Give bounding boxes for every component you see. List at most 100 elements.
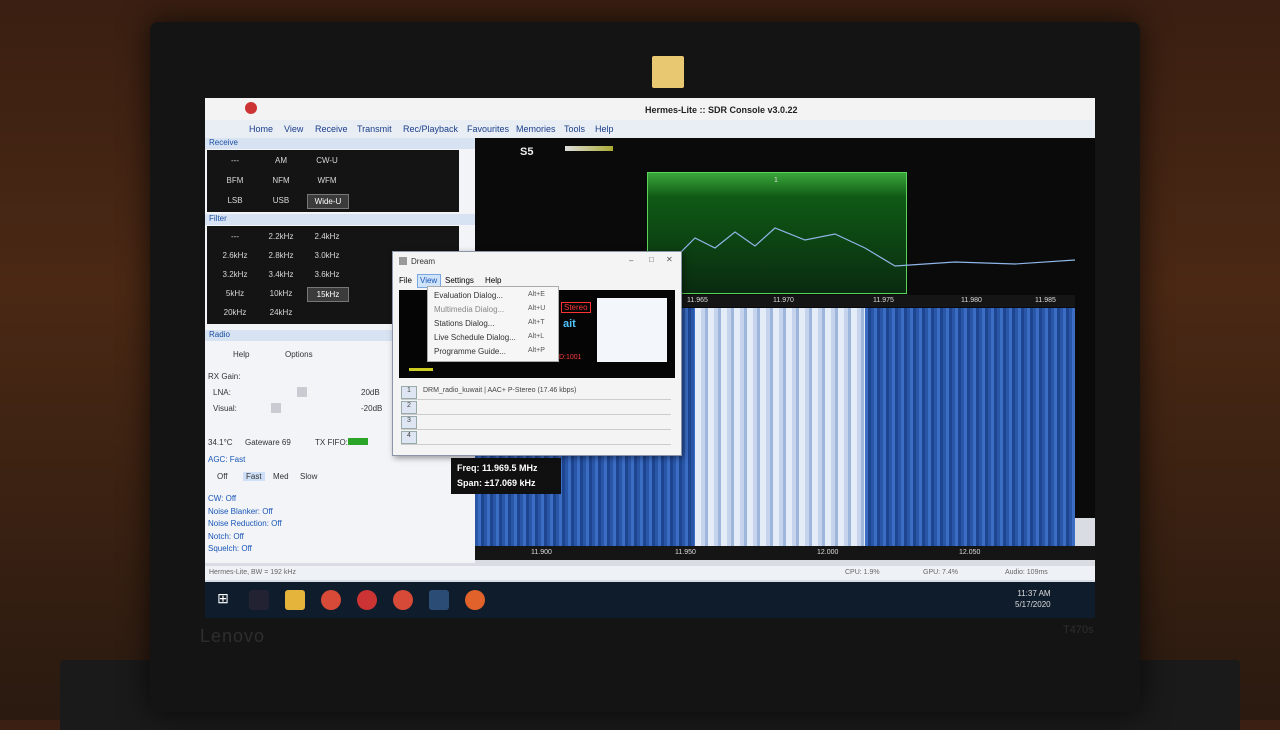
mode-button[interactable]: BFM <box>215 174 255 187</box>
mode-button-selected[interactable]: Wide-U <box>307 194 349 209</box>
status-cpu: CPU: 1.9% <box>845 569 880 576</box>
lna-slider[interactable] <box>297 387 307 397</box>
mode-button[interactable]: --- <box>215 154 255 167</box>
menu-view[interactable]: View <box>284 124 303 134</box>
service-number[interactable]: 3 <box>401 416 417 429</box>
webcam-cover <box>652 56 684 88</box>
dream-icon <box>399 257 407 265</box>
status-bar: Hermes-Lite, BW = 192 kHz CPU: 1.9% GPU:… <box>205 566 1095 580</box>
agc-fast-button[interactable]: Fast <box>243 472 265 481</box>
sdr-console-icon[interactable] <box>357 590 377 610</box>
service-row[interactable]: 2 <box>401 401 671 415</box>
system-clock[interactable]: 11:37 AM 5/17/2020 <box>1015 588 1051 610</box>
menu-home[interactable]: Home <box>249 124 273 134</box>
s-meter: S5 <box>520 146 534 158</box>
agc-slow-button[interactable]: Slow <box>300 472 317 481</box>
mode-button[interactable]: USB <box>261 194 301 207</box>
mode-button[interactable]: LSB <box>215 194 255 207</box>
filter-button[interactable]: 2.8kHz <box>261 249 301 262</box>
maximize-icon[interactable]: □ <box>649 255 654 264</box>
filter-button[interactable]: 2.6kHz <box>215 249 255 262</box>
mode-button[interactable]: NFM <box>261 174 301 187</box>
freq-tick: 12.000 <box>817 549 839 556</box>
dream-menu-view[interactable]: View <box>420 276 437 285</box>
mode-button[interactable]: AM <box>261 154 301 167</box>
service-row[interactable]: 1 DRM_radio_kuwait | AAC+ P-Stereo (17.46… <box>401 386 671 400</box>
service-row[interactable]: 4 <box>401 431 671 445</box>
notch-status[interactable]: Notch: Off <box>208 532 244 541</box>
filter-button[interactable]: 3.6kHz <box>307 268 347 281</box>
dropdown-item-stations[interactable]: Stations Dialog... <box>434 319 494 328</box>
laptop-brand: Lenovo <box>200 626 266 646</box>
dream-menu-file[interactable]: File <box>399 276 412 285</box>
freq-tick: 11.965 <box>687 297 708 304</box>
dropdown-item-evaluation[interactable]: Evaluation Dialog... <box>434 291 503 300</box>
view-dropdown: Evaluation Dialog... Alt+E Multimedia Dia… <box>427 286 559 362</box>
service-number[interactable]: 2 <box>401 401 417 414</box>
level-bar <box>409 368 433 371</box>
filter-button[interactable]: 2.2kHz <box>261 230 301 243</box>
browser-icon[interactable] <box>393 590 413 610</box>
menu-receive[interactable]: Receive <box>315 124 348 134</box>
freq-tick: 11.900 <box>531 549 552 556</box>
task-view-icon[interactable] <box>249 590 269 610</box>
dream-menu-help[interactable]: Help <box>485 276 501 285</box>
filter-button[interactable]: 10kHz <box>261 287 301 300</box>
mode-grid: --- AM CW-U BFM NFM WFM LSB USB Wide-U <box>207 150 459 212</box>
service-id: D:1001 <box>559 354 582 361</box>
receive-header: Receive <box>205 138 475 149</box>
agc-off-button[interactable]: Off <box>217 472 228 481</box>
agc-med-button[interactable]: Med <box>273 472 289 481</box>
firefox-icon[interactable] <box>465 590 485 610</box>
filter-button-selected[interactable]: 15kHz <box>307 287 349 302</box>
service-number[interactable]: 4 <box>401 431 417 444</box>
chrome-icon[interactable] <box>321 590 341 610</box>
status-device: Hermes-Lite, BW = 192 kHz <box>209 569 296 576</box>
visual-label: Visual: <box>213 404 237 413</box>
frequency-readout: Freq: 11.969.5 MHz Span: ±17.069 kHz <box>451 458 561 494</box>
menu-recplayback[interactable]: Rec/Playback <box>403 124 458 134</box>
freq-line: Freq: 11.969.5 MHz <box>457 463 538 473</box>
menu-help[interactable]: Help <box>595 124 614 134</box>
filter-button[interactable]: 3.0kHz <box>307 249 347 262</box>
close-icon[interactable]: ✕ <box>666 255 673 264</box>
menu-favourites[interactable]: Favourites <box>467 124 509 134</box>
nb-status[interactable]: Noise Blanker: Off <box>208 507 273 516</box>
filter-button[interactable]: 2.4kHz <box>307 230 347 243</box>
cw-status[interactable]: CW: Off <box>208 494 236 503</box>
mode-button[interactable]: CW-U <box>307 154 347 167</box>
minimize-icon[interactable]: – <box>629 256 633 265</box>
help-button[interactable]: Help <box>233 350 249 359</box>
span-line: Span: ±17.069 kHz <box>457 478 536 488</box>
freq-tick: 11.980 <box>961 297 982 304</box>
dropdown-item-live-schedule[interactable]: Live Schedule Dialog... <box>434 333 516 342</box>
menu-memories[interactable]: Memories <box>516 124 556 134</box>
dropdown-item-programme-guide[interactable]: Programme Guide... <box>434 347 506 356</box>
squelch-status[interactable]: Squelch: Off <box>208 544 252 553</box>
filter-button[interactable]: --- <box>215 230 255 243</box>
dream-menu-settings[interactable]: Settings <box>445 276 474 285</box>
nr-status[interactable]: Noise Reduction: Off <box>208 519 282 528</box>
file-explorer-icon[interactable] <box>285 590 305 610</box>
mode-button[interactable]: WFM <box>307 174 347 187</box>
visual-slider[interactable] <box>271 403 281 413</box>
titlebar: Hermes-Lite :: SDR Console v3.0.22 <box>205 98 1095 120</box>
filter-button[interactable]: 3.4kHz <box>261 268 301 281</box>
dream-window: Dream – □ ✕ File View Settings Help Ster… <box>392 251 682 456</box>
filter-button[interactable]: 5kHz <box>215 287 255 300</box>
filter-button[interactable]: 20kHz <box>215 306 255 319</box>
menu-transmit[interactable]: Transmit <box>357 124 392 134</box>
lna-label: LNA: <box>213 388 231 397</box>
menu-tools[interactable]: Tools <box>564 124 585 134</box>
filter-button[interactable]: 3.2kHz <box>215 268 255 281</box>
app-window-icon[interactable] <box>429 590 449 610</box>
shortcut: Alt+L <box>528 333 545 340</box>
service-number[interactable]: 1 <box>401 386 417 399</box>
service-row[interactable]: 3 <box>401 416 671 430</box>
options-button[interactable]: Options <box>285 350 313 359</box>
start-icon[interactable]: ⊞ <box>213 590 233 610</box>
app-title: Hermes-Lite :: SDR Console v3.0.22 <box>645 105 798 115</box>
dropdown-item-multimedia[interactable]: Multimedia Dialog... <box>434 305 504 314</box>
temperature: 34.1°C <box>208 438 233 447</box>
filter-button[interactable]: 24kHz <box>261 306 301 319</box>
